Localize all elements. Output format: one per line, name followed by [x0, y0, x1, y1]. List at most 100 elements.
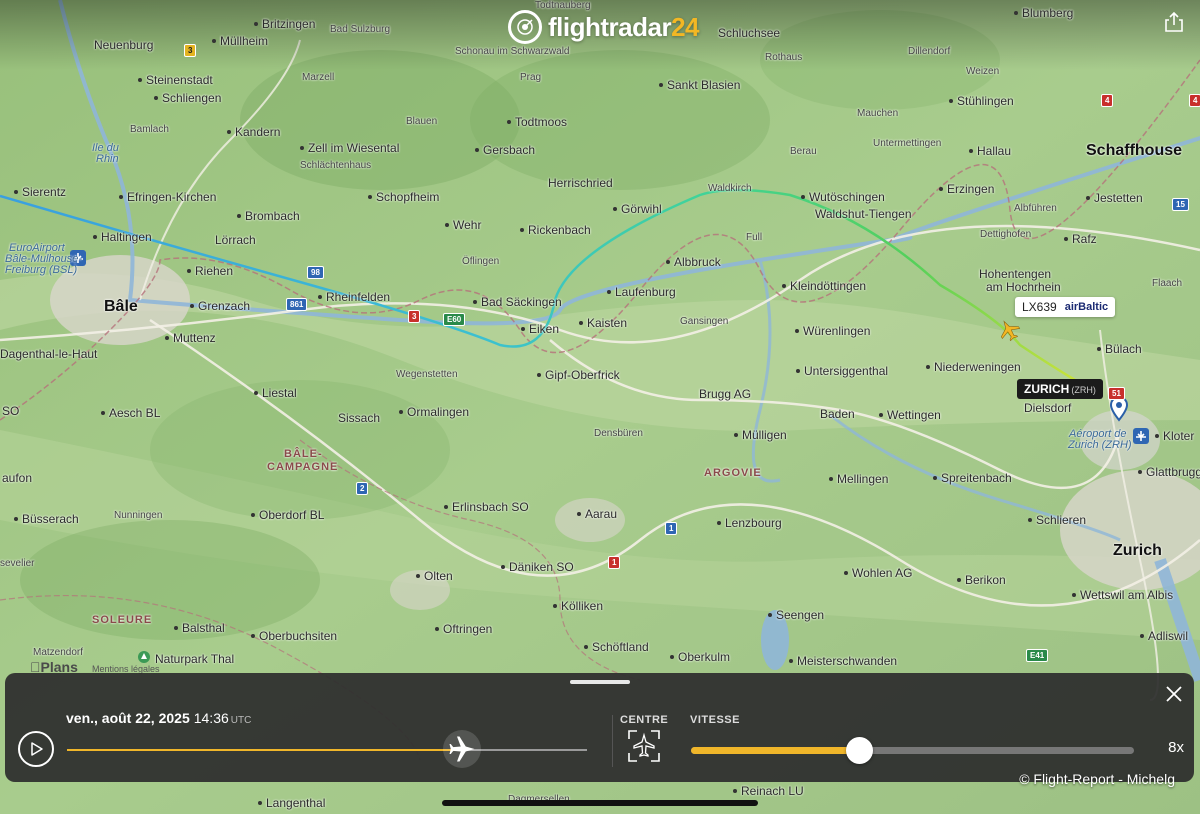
- map-place-label: Gersbach: [474, 143, 536, 157]
- map-place-label: Reinach LU: [733, 784, 804, 798]
- map-place-label: Freiburg (BSL): [5, 264, 78, 276]
- map-place-label: Schlächtenhaus: [300, 160, 372, 171]
- map-place-label: Mellingen: [828, 472, 889, 486]
- map-place-label: Grenzach: [189, 299, 251, 313]
- road-shield: 98: [307, 266, 324, 279]
- road-shield: 3: [408, 310, 421, 323]
- drag-handle[interactable]: [570, 680, 630, 684]
- map-place-label: Waldshut-Tiengen: [815, 207, 912, 221]
- map-place-label: Liestal: [254, 386, 297, 400]
- map-place-label: Wohlen AG: [843, 566, 913, 580]
- map-place-label: Muttenz: [165, 331, 216, 345]
- map-place-label: Waldkirch: [708, 183, 752, 194]
- road-shield: 4: [1189, 94, 1200, 107]
- speed-slider[interactable]: [691, 737, 1134, 764]
- map-place-label: aufon: [2, 471, 33, 485]
- map-place-label: Sierentz: [13, 185, 67, 199]
- map-place-label: Matzendorf: [33, 647, 84, 658]
- map-place-label: Zurich (ZRH): [1068, 439, 1132, 451]
- map-place-label: Lörrach: [215, 233, 256, 247]
- home-indicator[interactable]: [442, 800, 758, 806]
- map-place-label: Full: [746, 232, 763, 243]
- map-place-label: Däniken SO: [501, 560, 574, 574]
- map-place-label: Olten: [416, 569, 453, 583]
- map-place-label: Berau: [790, 146, 817, 157]
- map-place-label: Nunningen: [114, 510, 163, 521]
- map-place-label: Wehr: [444, 218, 482, 232]
- road-shield: E60: [443, 313, 466, 326]
- map-place-label: Gipf-Oberfrick: [537, 368, 620, 382]
- map-place-label: Eiken: [520, 322, 560, 336]
- road-shield: 861: [286, 298, 308, 311]
- timeline-handle[interactable]: [443, 730, 482, 768]
- recenter-aircraft-icon[interactable]: [627, 729, 661, 763]
- map-place-label: Oberbuchsiten: [250, 629, 338, 643]
- map-place-label: Rhin: [96, 153, 119, 165]
- airport-icon: [1133, 428, 1149, 444]
- map-place-label: Seengen: [767, 608, 825, 622]
- map-place-label: ARGOVIE: [704, 467, 762, 479]
- map-place-label: Rafz: [1064, 232, 1097, 246]
- map-place-label: Rickenbach: [520, 223, 591, 237]
- map-place-label: Dillendorf: [908, 46, 951, 57]
- map-place-label: Schonau im Schwarzwald: [455, 46, 570, 57]
- playback-date: ven., août 22, 2025: [66, 710, 190, 726]
- map-place-label: Kaisten: [578, 316, 628, 330]
- flight-callsign: LX639: [1022, 300, 1057, 314]
- map-place-label: Kölliken: [552, 599, 604, 613]
- map-place-label: Kloter: [1154, 429, 1195, 443]
- map-place-label: am Hochrhein: [986, 280, 1061, 294]
- playback-panel: ven., août 22, 2025 14:36 UTC CENTRE VITES…: [5, 673, 1194, 782]
- map-place-label: Schliengen: [153, 91, 222, 105]
- close-icon[interactable]: [1164, 684, 1184, 704]
- panel-divider: [612, 715, 613, 767]
- map-place-label: Dielsdorf: [1024, 401, 1072, 415]
- map-place-label: Büsserach: [14, 512, 79, 526]
- timeline-slider[interactable]: [67, 730, 587, 768]
- map-place-label: Schöftland: [584, 640, 649, 654]
- map-place-label: Densbüren: [594, 428, 643, 439]
- airport-name: ZURICH: [1024, 382, 1070, 396]
- map-place-label: Bâle: [104, 298, 138, 315]
- map-place-label: Schaffhouse: [1086, 142, 1183, 159]
- flight-tag[interactable]: LX639 airBaltic: [1015, 297, 1116, 317]
- map-place-label: Öflingen: [462, 256, 500, 267]
- map-place-label: Langenthal: [257, 796, 326, 810]
- map-place-label: Oftringen: [434, 622, 493, 636]
- map-place-label: Mülligen: [734, 428, 787, 442]
- map-place-label: Aesch BL: [100, 406, 161, 420]
- map-place-label: Blauen: [406, 116, 438, 127]
- map-place-label: Schopfheim: [367, 190, 440, 204]
- map-place-label: Görwihl: [613, 202, 662, 216]
- map-place-label: Ormalingen: [398, 405, 470, 419]
- brand-logo: flightradar24: [508, 8, 699, 46]
- speed-label: VITESSE: [690, 714, 740, 726]
- map-place-label: Riehen: [186, 264, 234, 278]
- map-place-label: Wegenstetten: [396, 369, 458, 380]
- map-place-label: Oberkulm: [669, 650, 731, 664]
- map-place-label: Wettingen: [879, 408, 941, 422]
- road-shield: 2: [356, 482, 369, 495]
- map-place-label: Würenlingen: [794, 324, 871, 338]
- play-icon: [31, 742, 43, 756]
- map-place-label: Rheinfelden: [317, 290, 391, 304]
- airline-logo: airBaltic: [1064, 301, 1109, 313]
- map-place-label: Brugg AG: [699, 387, 752, 401]
- share-button[interactable]: [1162, 10, 1186, 34]
- map-place-label: Untermettingen: [873, 138, 942, 149]
- map-place-label: Oberdorf BL: [250, 508, 325, 522]
- map-place-label: Britzingen: [253, 17, 316, 31]
- map-place-label: Adliswil: [1139, 629, 1189, 643]
- road-shield: E41: [1026, 649, 1049, 662]
- map-place-label: Schlieren: [1027, 513, 1087, 527]
- map-place-label: SOLEURE: [92, 614, 153, 626]
- speed-handle[interactable]: [846, 737, 874, 764]
- playback-timezone: UTC: [230, 715, 252, 726]
- road-shield: 4: [1101, 94, 1114, 107]
- map-place-label: Naturpark Thal: [155, 652, 235, 666]
- play-button[interactable]: [18, 731, 54, 767]
- photo-credit: © Flight-Report - Michelg: [1019, 771, 1175, 787]
- map-place-label: Glattbrugg: [1137, 465, 1200, 479]
- map-place-label: Blumberg: [1013, 6, 1074, 20]
- airport-tag[interactable]: ZURICH (ZRH): [1017, 379, 1103, 399]
